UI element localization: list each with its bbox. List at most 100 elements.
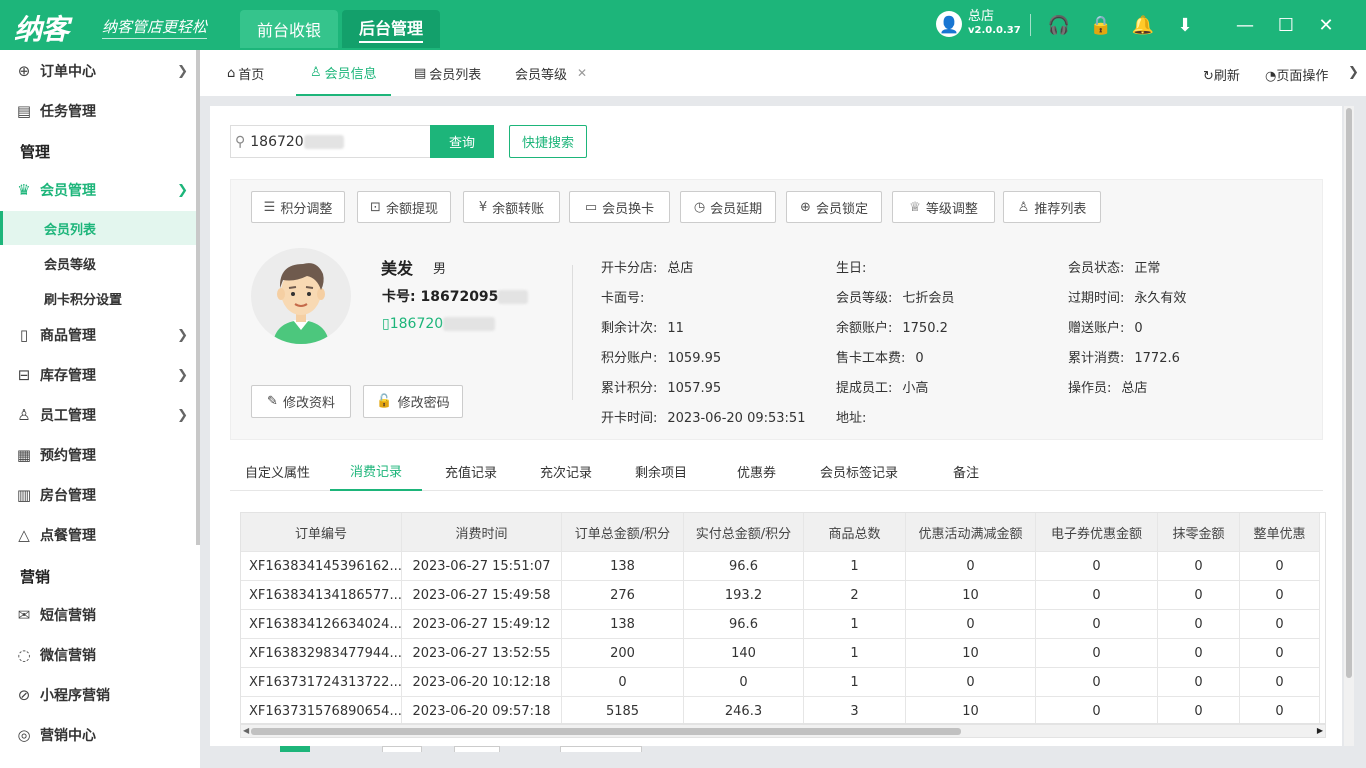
tab-consumption[interactable]: 消费记录 <box>330 451 423 491</box>
balance-transfer-button[interactable]: ¥ 余额转账 <box>463 191 560 223</box>
referral-icon: ♙ <box>1017 199 1030 215</box>
sidebar-item-sms[interactable]: ✉ 短信营销 <box>0 595 196 635</box>
sidebar-sub-card-points[interactable]: 刷卡积分设置 <box>0 281 196 315</box>
field-address: 地址: <box>836 411 867 426</box>
sidebar-scrollbar[interactable] <box>196 50 200 545</box>
table-row[interactable]: XF163731724313722... 2023-06-20 10:12:18 0… <box>241 667 1320 696</box>
table-cell: XF163731724313722... <box>241 668 402 696</box>
query-button[interactable]: 查询 <box>430 125 494 158</box>
pager-jump[interactable] <box>560 746 642 752</box>
close-tab-icon[interactable]: ✕ <box>577 66 587 80</box>
user-icon: ♙ <box>310 64 322 80</box>
scroll-right-icon[interactable]: ▶ <box>1317 726 1323 735</box>
edit-password-button[interactable]: 🔓 修改密码 <box>363 385 463 418</box>
tab-remaining-items[interactable]: 剩余项目 <box>635 451 687 491</box>
table-cell: 2023-06-20 10:12:18 <box>402 668 562 696</box>
tab-count-recharge[interactable]: 充次记录 <box>540 451 592 491</box>
user-avatar-icon: 👤 <box>936 11 962 37</box>
sidebar-item-wechat[interactable]: ◌ 微信营销 <box>0 635 196 675</box>
sidebar-item-staff[interactable]: ♙ 员工管理 ❯ <box>0 395 196 435</box>
table-cell: 96.6 <box>684 552 804 580</box>
table-hscrollbar[interactable]: ◀ ▶ <box>240 724 1326 738</box>
member-phone[interactable]: ▯186720 <box>382 316 496 332</box>
refresh-button[interactable]: ↻刷新 <box>1203 65 1240 84</box>
table-cell: XF163834126634024... <box>241 610 402 638</box>
scroll-left-icon[interactable]: ◀ <box>243 726 249 735</box>
table-cell: 193.2 <box>684 581 804 609</box>
table-row[interactable]: XF163731576890654... 2023-06-20 09:57:18 5… <box>241 696 1320 723</box>
inventory-icon: ⊟ <box>17 366 31 384</box>
tab-backend[interactable]: 后台管理 <box>342 10 440 48</box>
edit-profile-button[interactable]: ✎ 修改资料 <box>251 385 351 418</box>
sidebar-item-goods[interactable]: ▯ 商品管理 ❯ <box>0 315 196 355</box>
sidebar-item-miniapp[interactable]: ⊘ 小程序营销 <box>0 675 196 715</box>
tab-member-info[interactable]: ♙ 会员信息 <box>296 50 391 96</box>
hscroll-thumb[interactable] <box>251 728 961 735</box>
table-cell: 1 <box>804 639 906 667</box>
tab-tag-records[interactable]: 会员标签记录 <box>820 451 898 491</box>
sidebar: ⊕ 订单中心 ❯ ▤ 任务管理 管理 ♛ 会员管理 ❯ 会员列表 会员等级 刷卡积分设置 … <box>0 50 200 768</box>
table-cell: 0 <box>1158 581 1240 609</box>
minimize-icon[interactable]: — <box>1233 13 1257 37</box>
user-menu[interactable]: 👤 总店 v2.0.0.37 <box>936 10 1021 38</box>
tab-frontdesk[interactable]: 前台收银 <box>240 10 338 48</box>
coins-icon: ☰ <box>263 199 276 215</box>
tab-recharge[interactable]: 充值记录 <box>445 451 497 491</box>
sidebar-item-orders[interactable]: ⊕ 订单中心 ❯ <box>0 51 196 91</box>
maximize-icon[interactable]: ☐ <box>1274 13 1298 37</box>
close-icon[interactable]: ✕ <box>1314 13 1338 37</box>
sidebar-sub-member-list[interactable]: 会员列表 <box>0 211 196 245</box>
content-scrollbar[interactable] <box>1344 106 1354 746</box>
table-cell: 246.3 <box>684 697 804 723</box>
tab-notes[interactable]: 备注 <box>953 451 979 491</box>
table-row[interactable]: XF163834145396162... 2023-06-27 15:51:07 1… <box>241 551 1320 580</box>
extend-button[interactable]: ◷ 会员延期 <box>680 191 776 223</box>
tab-member-level[interactable]: 会员等级 ✕ <box>515 50 587 96</box>
tab-custom-attrs[interactable]: 自定义属性 <box>245 451 310 491</box>
sidebar-item-tasks[interactable]: ▤ 任务管理 <box>0 91 196 131</box>
tab-home[interactable]: ⌂ 首页 <box>227 50 264 96</box>
page-ops-button[interactable]: ◔页面操作 <box>1265 65 1328 84</box>
tabs-next-icon[interactable]: ❯ <box>1348 65 1359 80</box>
sidebar-item-marketing-center[interactable]: ◎ 营销中心 <box>0 715 196 755</box>
lock-member-button[interactable]: ⊕ 会员锁定 <box>786 191 882 223</box>
pager-input[interactable] <box>382 746 422 752</box>
points-adjust-button[interactable]: ☰ 积分调整 <box>251 191 345 223</box>
table-row[interactable]: XF163834134186577... 2023-06-27 15:49:58 2… <box>241 580 1320 609</box>
dish-icon: △ <box>18 526 30 544</box>
crown-outline-icon: ♕ <box>909 199 921 215</box>
table-cell: 0 <box>1158 610 1240 638</box>
pager-size[interactable] <box>454 746 500 752</box>
download-icon[interactable]: ⬇ <box>1173 13 1197 37</box>
quick-search-button[interactable]: 快捷搜索 <box>509 125 587 158</box>
sidebar-item-ordering[interactable]: △ 点餐管理 <box>0 515 196 555</box>
table-cell: 0 <box>1240 552 1320 580</box>
table-cell: 10 <box>906 697 1036 723</box>
balance-withdraw-button[interactable]: ⊡ 余额提现 <box>357 191 451 223</box>
table-cell: 0 <box>906 668 1036 696</box>
bell-icon[interactable]: 🔔 <box>1131 13 1155 37</box>
sidebar-sub-member-level[interactable]: 会员等级 <box>0 246 196 280</box>
change-card-button[interactable]: ▭ 会员换卡 <box>569 191 670 223</box>
member-card-no: 卡号: 18672095 <box>382 286 529 306</box>
table-row[interactable]: XF163834126634024... 2023-06-27 15:49:12 1… <box>241 609 1320 638</box>
lock-icon[interactable]: 🔒 <box>1089 13 1113 37</box>
table-cell: 200 <box>562 639 684 667</box>
referral-list-button[interactable]: ♙ 推荐列表 <box>1003 191 1101 223</box>
sidebar-item-inventory[interactable]: ⊟ 库存管理 ❯ <box>0 355 196 395</box>
headset-icon[interactable]: 🎧 <box>1047 13 1071 37</box>
tab-coupons[interactable]: 优惠券 <box>737 451 776 491</box>
sidebar-item-rooms[interactable]: ▥ 房台管理 <box>0 475 196 515</box>
level-adjust-button[interactable]: ♕ 等级调整 <box>892 191 995 223</box>
table-cell: XF163834145396162... <box>241 552 402 580</box>
sidebar-item-booking[interactable]: ▦ 预约管理 <box>0 435 196 475</box>
main-content: ⚲ 186720 查询 快捷搜索 ☰ 积分调整 ⊡ 余额提现 ¥ 余额转账 ▭ 会员换卡… <box>210 106 1342 752</box>
chevron-right-icon: ❯ <box>177 327 188 343</box>
sidebar-item-members[interactable]: ♛ 会员管理 ❯ <box>0 170 196 210</box>
table-row[interactable]: XF163832983477944... 2023-06-27 13:52:55 2… <box>241 638 1320 667</box>
vscroll-thumb[interactable] <box>1346 108 1352 678</box>
pager-current[interactable] <box>280 746 310 752</box>
tab-member-list[interactable]: ▤ 会员列表 <box>414 50 481 96</box>
search-input[interactable]: ⚲ 186720 <box>230 125 430 158</box>
chevron-right-icon: ❯ <box>177 407 188 423</box>
